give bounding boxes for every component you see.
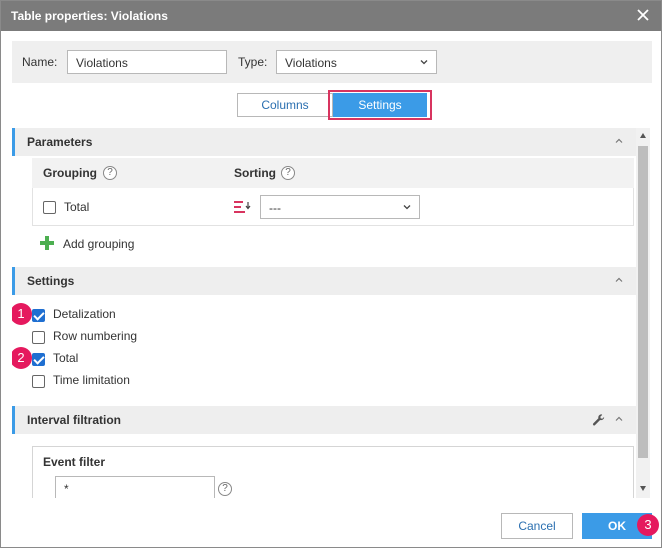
parameters-title: Parameters — [27, 135, 93, 149]
event-filter-panel: Event filter * ? — [32, 446, 634, 498]
wrench-icon[interactable] — [592, 413, 606, 427]
total-grouping-checkbox[interactable] — [43, 201, 56, 214]
tab-settings[interactable]: Settings — [333, 93, 427, 117]
scrollbar-thumb[interactable] — [638, 146, 648, 458]
settings-section-header[interactable]: Settings — [12, 267, 636, 295]
table-row: Total --- — [32, 188, 634, 226]
scrollbar[interactable] — [636, 128, 650, 498]
time-limitation-checkbox[interactable] — [32, 375, 45, 388]
chevron-up-icon[interactable] — [614, 136, 624, 146]
name-label: Name: — [22, 55, 58, 69]
chevron-up-icon[interactable] — [614, 275, 624, 285]
titlebar: Table properties: Violations — [1, 1, 661, 31]
close-icon[interactable] — [635, 7, 651, 23]
table-properties-dialog: Table properties: Violations Name: Viola… — [0, 0, 662, 548]
time-limitation-label: Time limitation — [53, 373, 130, 387]
chevron-up-icon[interactable] — [614, 414, 624, 424]
settings-scroll-area: Parameters Grouping ? Sorting ? Total --… — [12, 128, 636, 498]
parameters-section-header[interactable]: Parameters — [12, 128, 636, 156]
scroll-up-icon[interactable] — [639, 132, 647, 140]
settings-title: Settings — [27, 274, 75, 288]
detalization-label: Detalization — [53, 307, 116, 321]
total-grouping-label: Total — [64, 200, 90, 214]
type-select[interactable]: Violations — [276, 50, 437, 74]
grouping-help-icon[interactable]: ? — [103, 166, 117, 180]
grouping-grid-header: Grouping ? Sorting ? — [32, 158, 634, 188]
window-title: Table properties: Violations — [11, 9, 168, 23]
event-filter-value: * — [64, 482, 69, 496]
event-filter-help-icon[interactable]: ? — [218, 482, 232, 496]
name-type-bar: Name: Violations Type: Violations — [12, 41, 652, 83]
sorting-header: Sorting — [234, 166, 276, 180]
chevron-down-icon — [403, 205, 411, 210]
sorting-help-icon[interactable]: ? — [281, 166, 295, 180]
tab-columns[interactable]: Columns — [237, 93, 333, 117]
add-grouping-label: Add grouping — [63, 237, 135, 251]
step-badge-1: 1 — [12, 303, 32, 325]
row-numbering-label: Row numbering — [53, 329, 138, 343]
grouping-header: Grouping — [43, 166, 97, 180]
plus-icon — [40, 236, 54, 250]
step-badge-3: 3 — [637, 514, 659, 536]
type-label: Type: — [238, 55, 268, 69]
scroll-down-icon[interactable] — [639, 484, 647, 492]
chevron-down-icon — [420, 60, 428, 65]
row-numbering-checkbox[interactable] — [32, 331, 45, 344]
cancel-button[interactable]: Cancel — [501, 513, 573, 539]
sorting-select-value: --- — [269, 201, 281, 215]
sort-order-icon[interactable] — [233, 199, 251, 215]
name-input-value: Violations — [76, 56, 128, 70]
sorting-select[interactable]: --- — [260, 195, 420, 219]
type-select-value: Violations — [285, 56, 337, 70]
interval-filtration-section-header[interactable]: Interval filtration — [12, 406, 636, 434]
interval-filtration-title: Interval filtration — [27, 413, 122, 427]
event-filter-label: Event filter — [43, 455, 106, 469]
step-badge-2: 2 — [12, 347, 32, 369]
total-checkbox[interactable] — [32, 353, 45, 366]
event-filter-input[interactable]: * — [55, 476, 215, 498]
name-input[interactable]: Violations — [67, 50, 227, 74]
detalization-checkbox[interactable] — [32, 309, 45, 322]
total-label: Total — [53, 351, 79, 365]
